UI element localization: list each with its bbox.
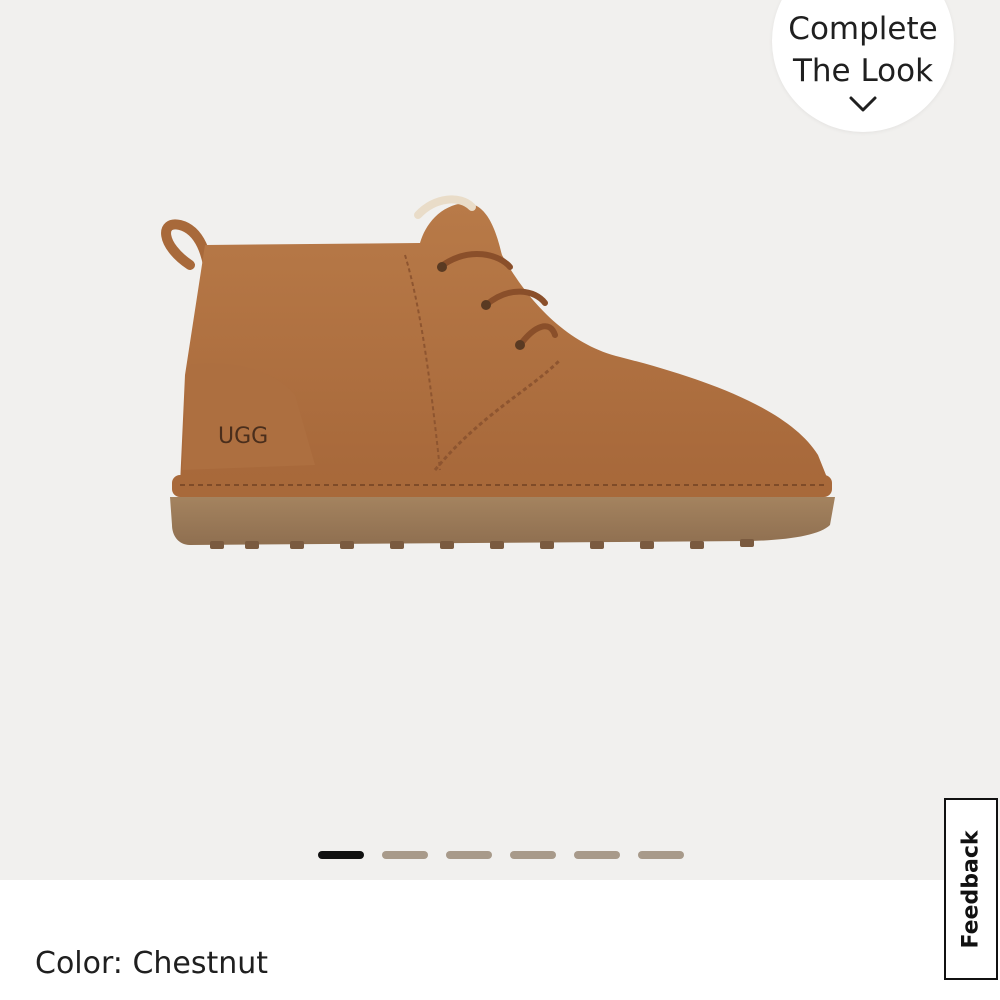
complete-the-look-line2: The Look: [792, 53, 934, 89]
feedback-button[interactable]: Feedback: [944, 798, 998, 980]
carousel-pagination: [318, 851, 684, 859]
product-image-gallery[interactable]: UGG: [0, 0, 1000, 880]
carousel-dot-6[interactable]: [638, 851, 684, 859]
feedback-label: Feedback: [958, 830, 984, 948]
carousel-dot-4[interactable]: [510, 851, 556, 859]
carousel-dot-5[interactable]: [574, 851, 620, 859]
carousel-dot-3[interactable]: [446, 851, 492, 859]
complete-the-look-line1: Complete: [788, 11, 938, 47]
chevron-down-icon: [849, 96, 877, 112]
product-image[interactable]: UGG: [150, 185, 850, 565]
carousel-dot-2[interactable]: [382, 851, 428, 859]
brand-logo: UGG: [218, 424, 268, 449]
selected-color-label: Color: Chestnut: [35, 946, 269, 981]
carousel-dot-1[interactable]: [318, 851, 364, 859]
product-page: UGG Complete The Look Color: Chestnut Fe…: [0, 0, 1000, 1000]
